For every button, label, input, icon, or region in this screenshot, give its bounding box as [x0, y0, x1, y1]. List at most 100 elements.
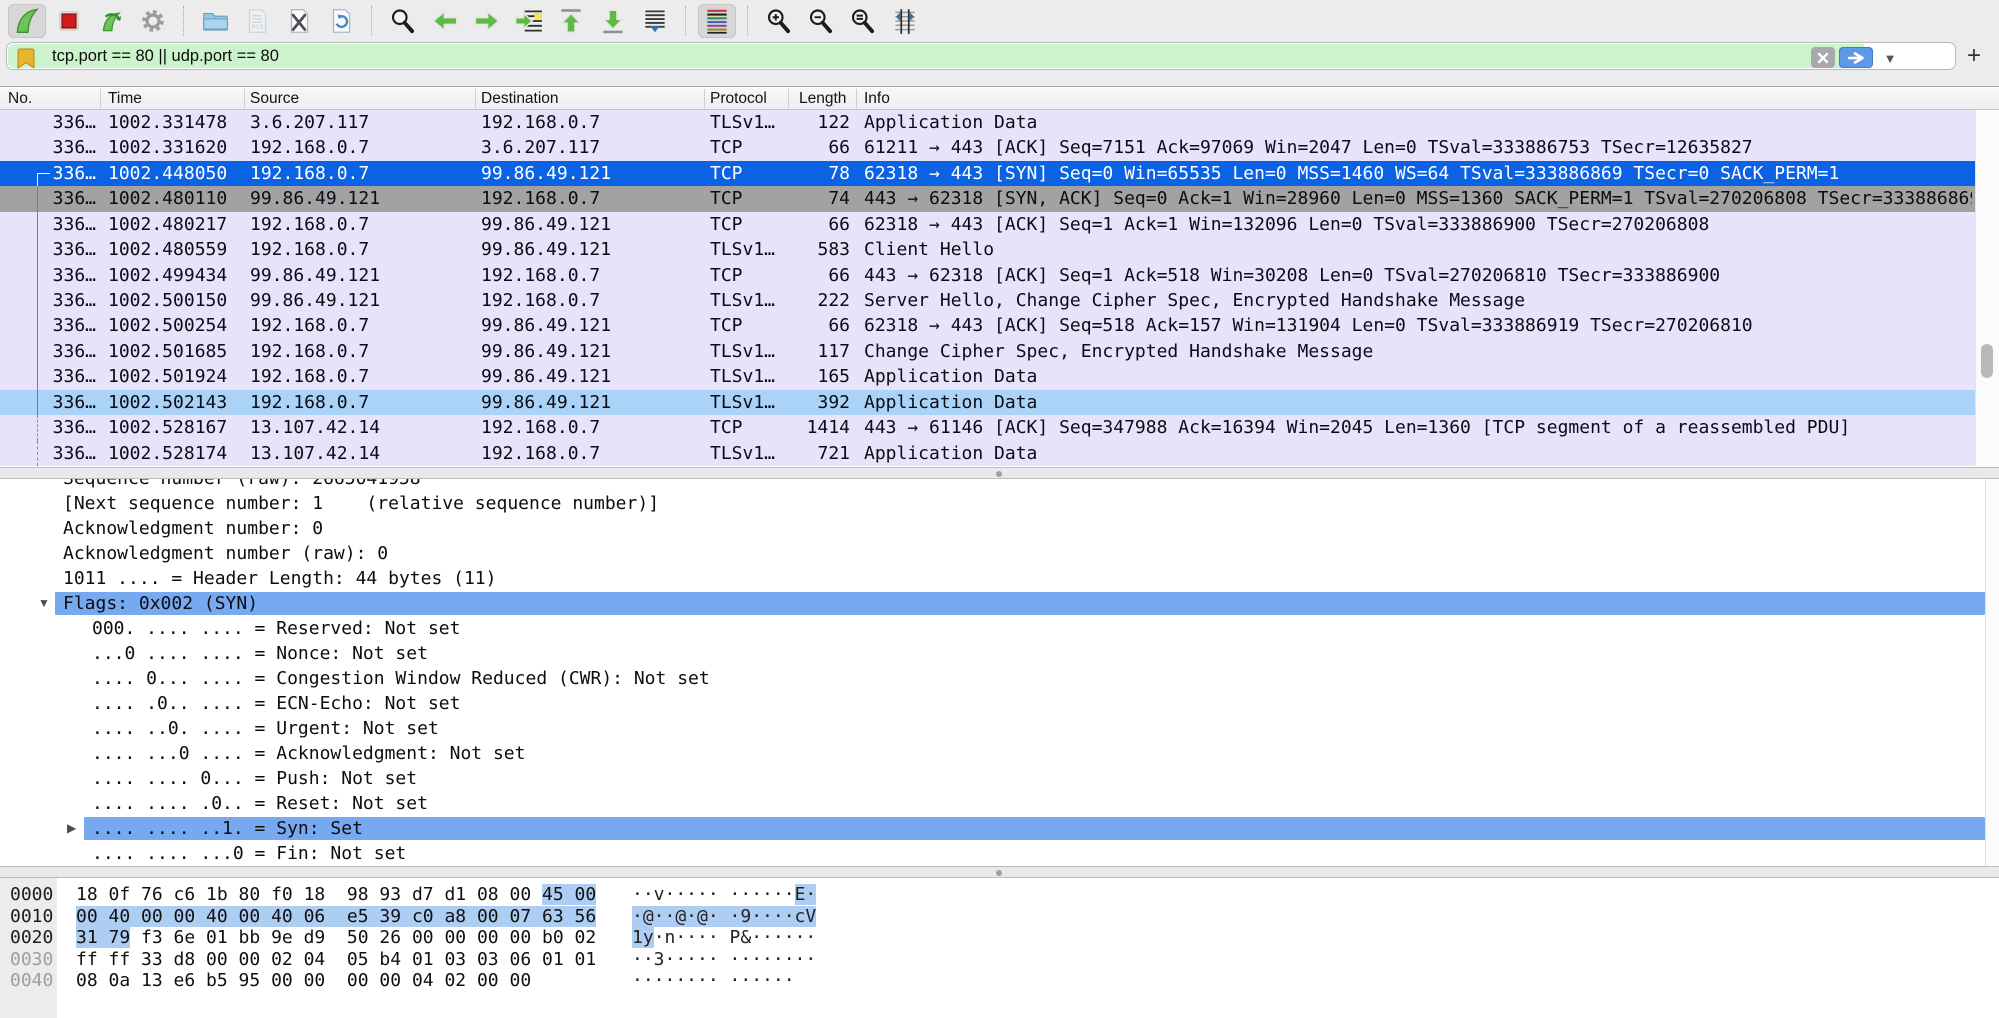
detail-line[interactable]: .... .... 0... = Push: Not set	[0, 766, 1999, 791]
hex-row[interactable]: 002031 79 f3 6e 01 bb 9e d9 50 26 00 00 …	[0, 927, 1999, 949]
hex-ascii[interactable]: ········ ······	[632, 970, 795, 992]
packet-row[interactable]: 336…1002.501924192.168.0.799.86.49.121TL…	[0, 364, 1975, 389]
expander-closed-icon[interactable]: ▶	[67, 816, 76, 841]
go-back-icon	[430, 6, 460, 36]
packet-details-scrollbar[interactable]	[1985, 479, 1999, 866]
hex-bytes[interactable]: 18 0f 76 c6 1b 80 f0 18 98 93 d7 d1 08 0…	[76, 884, 596, 906]
cell-destination: 192.168.0.7	[481, 415, 707, 440]
packet-row[interactable]: 336…1002.331620192.168.0.73.6.207.117TCP…	[0, 135, 1975, 160]
hex-bytes[interactable]: ff ff 33 d8 00 00 02 04 05 b4 01 03 03 0…	[76, 949, 596, 971]
hex-ascii[interactable]: 1y·n···· P&······	[632, 927, 816, 949]
filter-apply-button[interactable]	[1839, 47, 1873, 68]
hex-bytes[interactable]: 31 79 f3 6e 01 bb 9e d9 50 26 00 00 00 0…	[76, 927, 596, 949]
cell-length: 583	[780, 237, 850, 262]
detail-line[interactable]: ...0 .... .... = Nonce: Not set	[0, 641, 1999, 666]
detail-line[interactable]: 000. .... .... = Reserved: Not set	[0, 616, 1999, 641]
hex-ascii[interactable]: ··v····· ······E·	[632, 884, 816, 906]
hex-row[interactable]: 001000 40 00 00 40 00 40 06 e5 39 c0 a8 …	[0, 906, 1999, 928]
zoom-in-button[interactable]	[760, 4, 798, 38]
cell-time: 1002.331620	[108, 135, 248, 160]
detail-line[interactable]: [Next sequence number: 1 (relative seque…	[0, 491, 1999, 516]
go-to-packet-button[interactable]	[510, 4, 548, 38]
detail-line[interactable]: ▼Flags: 0x002 (SYN)	[0, 591, 1999, 616]
packet-row[interactable]: 336…1002.52817413.107.42.14192.168.0.7TL…	[0, 441, 1975, 466]
filter-dropdown-chevron-icon[interactable]: ▼	[1879, 46, 1901, 70]
hex-ascii-segment: ········ ······	[632, 970, 795, 991]
go-to-bottom-button[interactable]	[594, 4, 632, 38]
packet-row[interactable]: 336…1002.480559192.168.0.799.86.49.121TL…	[0, 237, 1975, 262]
hex-ascii[interactable]: ·@··@·@· ·9····cV	[632, 906, 816, 928]
save-file-button[interactable]: 0101	[238, 4, 276, 38]
detail-line[interactable]: .... 0... .... = Congestion Window Reduc…	[0, 666, 1999, 691]
filter-bookmark-icon[interactable]	[17, 48, 35, 70]
go-forward-button[interactable]	[468, 4, 506, 38]
column-header-length[interactable]: Length	[799, 87, 852, 110]
cell-destination: 192.168.0.7	[481, 441, 707, 466]
hex-row[interactable]: 0030ff ff 33 d8 00 00 02 04 05 b4 01 03 …	[0, 949, 1999, 971]
start-capture-button[interactable]	[8, 4, 46, 38]
capture-options-button[interactable]	[134, 4, 172, 38]
stop-capture-button[interactable]	[50, 4, 88, 38]
go-to-top-button[interactable]	[552, 4, 590, 38]
packet-row[interactable]: 336…1002.448050192.168.0.799.86.49.121TC…	[0, 161, 1975, 186]
hex-row[interactable]: 004008 0a 13 e6 b5 95 00 00 00 00 04 02 …	[0, 970, 1999, 992]
zoom-out-icon	[806, 6, 836, 36]
column-header-source[interactable]: Source	[250, 87, 450, 110]
packet-row[interactable]: 336…1002.50015099.86.49.121192.168.0.7TL…	[0, 288, 1975, 313]
filter-add-button[interactable]: +	[1959, 42, 1989, 69]
cell-time: 1002.500254	[108, 313, 248, 338]
packet-row[interactable]: 336…1002.49943499.86.49.121192.168.0.7TC…	[0, 263, 1975, 288]
column-header-destination[interactable]: Destination	[481, 87, 681, 110]
packet-row[interactable]: 336…1002.502143192.168.0.799.86.49.121TL…	[0, 390, 1975, 415]
detail-line[interactable]: .... .... ...0 = Fin: Not set	[0, 841, 1999, 866]
cell-source: 192.168.0.7	[250, 313, 476, 338]
packet-list-scrollbar-thumb[interactable]	[1981, 344, 1993, 378]
find-packet-button[interactable]	[384, 4, 422, 38]
column-separator[interactable]	[475, 89, 476, 108]
packet-row[interactable]: 336…1002.500254192.168.0.799.86.49.121TC…	[0, 313, 1975, 338]
hex-bytes[interactable]: 00 40 00 00 40 00 40 06 e5 39 c0 a8 00 0…	[76, 906, 596, 928]
list-details-splitter[interactable]	[0, 467, 1999, 479]
column-separator[interactable]	[100, 89, 101, 108]
resize-columns-button[interactable]	[886, 4, 924, 38]
packet-row[interactable]: 336…1002.48011099.86.49.121192.168.0.7TC…	[0, 186, 1975, 211]
colorize-button[interactable]	[698, 4, 736, 38]
reload-file-button[interactable]	[322, 4, 360, 38]
details-bytes-splitter[interactable]	[0, 866, 1999, 878]
restart-capture-button[interactable]	[92, 4, 130, 38]
detail-line[interactable]: Sequence number (raw): 2665041958	[0, 479, 1999, 491]
detail-line[interactable]: Acknowledgment number (raw): 0	[0, 541, 1999, 566]
hex-bytes[interactable]: 08 0a 13 e6 b5 95 00 00 00 00 04 02 00 0…	[76, 970, 531, 992]
filter-clear-button[interactable]	[1811, 47, 1835, 68]
detail-line[interactable]: .... .0.. .... = ECN-Echo: Not set	[0, 691, 1999, 716]
cell-no: 336…	[0, 390, 96, 415]
detail-line[interactable]: .... ...0 .... = Acknowledgment: Not set	[0, 741, 1999, 766]
hex-row[interactable]: 000018 0f 76 c6 1b 80 f0 18 98 93 d7 d1 …	[0, 884, 1999, 906]
packet-row[interactable]: 336…1002.480217192.168.0.799.86.49.121TC…	[0, 212, 1975, 237]
column-separator[interactable]	[704, 89, 705, 108]
detail-line[interactable]: .... .... .0.. = Reset: Not set	[0, 791, 1999, 816]
packet-row[interactable]: 336…1002.501685192.168.0.799.86.49.121TL…	[0, 339, 1975, 364]
detail-text: .... ...0 .... = Acknowledgment: Not set	[92, 741, 525, 766]
detail-line[interactable]: Acknowledgment number: 0	[0, 516, 1999, 541]
column-separator[interactable]	[244, 89, 245, 108]
cell-no: 336…	[0, 110, 96, 135]
zoom-original-button[interactable]	[844, 4, 882, 38]
expander-open-icon[interactable]: ▼	[38, 591, 50, 616]
packet-row[interactable]: 336…1002.3314783.6.207.117192.168.0.7TLS…	[0, 110, 1975, 135]
column-header-info[interactable]: Info	[864, 87, 1064, 110]
auto-scroll-button[interactable]	[636, 4, 674, 38]
hex-ascii[interactable]: ··3····· ········	[632, 949, 816, 971]
packet-list-scrollbar[interactable]	[1975, 110, 1999, 467]
open-file-button[interactable]	[196, 4, 234, 38]
display-filter-input[interactable]: tcp.port == 80 || udp.port == 80 ▼	[6, 42, 1956, 70]
detail-line[interactable]: .... ..0. .... = Urgent: Not set	[0, 716, 1999, 741]
close-file-button[interactable]	[280, 4, 318, 38]
detail-line[interactable]: 1011 .... = Header Length: 44 bytes (11)	[0, 566, 1999, 591]
column-separator[interactable]	[788, 89, 789, 108]
go-back-button[interactable]	[426, 4, 464, 38]
packet-row[interactable]: 336…1002.52816713.107.42.14192.168.0.7TC…	[0, 415, 1975, 440]
column-separator[interactable]	[856, 89, 857, 108]
detail-line[interactable]: ▶.... .... ..1. = Syn: Set	[0, 816, 1999, 841]
zoom-out-button[interactable]	[802, 4, 840, 38]
